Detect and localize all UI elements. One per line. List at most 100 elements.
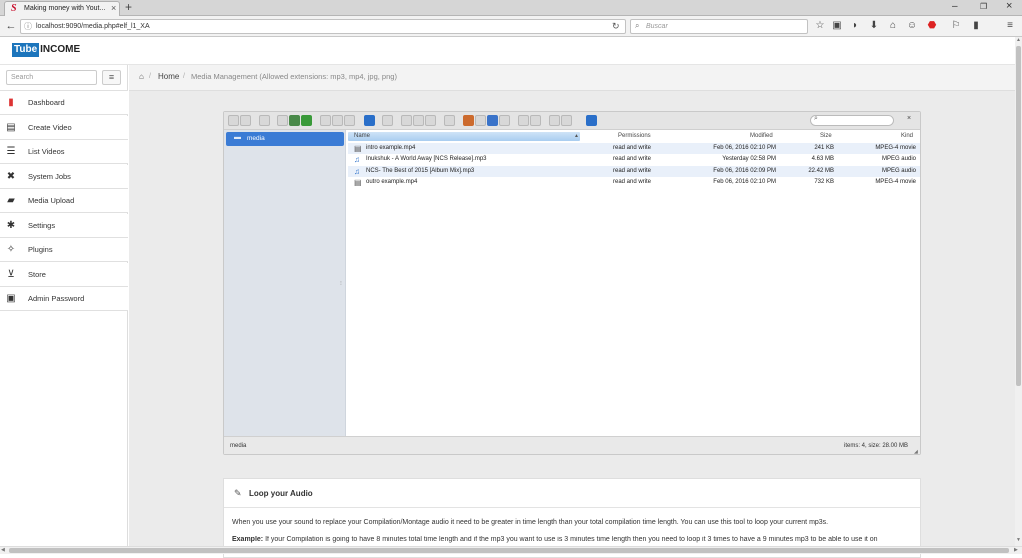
column-name-header[interactable]: Name ▲ (348, 132, 580, 141)
column-modified-header[interactable]: Modified (750, 132, 773, 141)
scroll-left-icon[interactable]: ◀ (1, 547, 5, 553)
file-row[interactable]: ▤ intro example.mp4 read and write Feb 06, … (348, 143, 920, 154)
save-icon[interactable] (301, 115, 312, 126)
pocket-icon[interactable]: ◗ (849, 19, 861, 33)
bookmark-star-icon[interactable]: ☆ (814, 19, 826, 33)
tree-resize-handle[interactable]: ⁝ (340, 280, 342, 287)
file-modified: Yesterday 02:58 PM (722, 156, 776, 163)
scroll-up-icon[interactable]: ▲ (1016, 37, 1021, 43)
forward-icon[interactable] (240, 115, 251, 126)
cut-icon[interactable] (332, 115, 343, 126)
delete-icon[interactable] (463, 115, 474, 126)
sidebar-item-plugins[interactable]: ✧ Plugins (0, 238, 128, 262)
tree-item-label: media (247, 135, 265, 142)
extension-icon[interactable]: ⚐ (950, 19, 962, 33)
resize-grip-icon[interactable]: ◢ (914, 443, 918, 461)
resize-icon[interactable] (530, 115, 541, 126)
file-search-input[interactable]: ⌕ (810, 115, 894, 126)
url-bar[interactable]: ⓘ localhost:9090/media.php#elf_l1_XA ↻ (20, 19, 626, 34)
sidebar-icon[interactable]: ▮ (970, 19, 982, 33)
minimize-window-button[interactable]: – (952, 1, 958, 12)
tree-item-media[interactable]: ▬ media (226, 132, 344, 146)
reload-icon[interactable]: ↻ (612, 21, 620, 32)
reading-list-icon[interactable]: ▣ (831, 19, 843, 33)
sidebar-toggle-button[interactable]: ≡ (102, 70, 121, 85)
home-icon[interactable] (277, 115, 288, 126)
search-clear-icon[interactable]: × (907, 115, 911, 122)
list-view-icon[interactable] (549, 115, 560, 126)
sidebar-item-store[interactable]: ⊻ Store (0, 262, 128, 287)
extract-icon[interactable] (425, 115, 436, 126)
open-icon[interactable] (475, 115, 486, 126)
download-icon[interactable]: ⬇ (868, 19, 880, 33)
up-icon[interactable] (259, 115, 270, 126)
back-icon[interactable] (228, 115, 239, 126)
search-icon: ⌕ (635, 21, 640, 30)
new-tab-button[interactable]: + (125, 0, 132, 14)
status-path: media (230, 443, 247, 449)
file-row[interactable]: ♫ Inukshuk - A World Away [NCS Release].m… (348, 154, 920, 166)
view-icon[interactable] (382, 115, 393, 126)
vertical-scroll-thumb[interactable] (1016, 46, 1021, 386)
sidebar-item-list-videos[interactable]: ☰ List Videos (0, 140, 128, 164)
logo[interactable]: Tube INCOME (12, 43, 81, 57)
sidebar-search-input[interactable]: Search (6, 70, 97, 85)
scroll-down-icon[interactable]: ▼ (1016, 537, 1021, 543)
favicon-icon: S (11, 3, 17, 14)
file-name: outro example.mp4 (366, 179, 418, 186)
breadcrumb-current: Media Management (Allowed extensions: mp… (191, 72, 397, 81)
sidebar-item-dashboard[interactable]: ▮ Dashboard (0, 91, 128, 115)
menu-icon[interactable]: ≡ (1004, 19, 1016, 33)
breadcrumb-separator: / (183, 73, 185, 80)
select-icon[interactable] (518, 115, 529, 126)
file-perm: read and write (613, 179, 652, 186)
file-row[interactable]: ♫ NCS- The Best of 2015 [Album Mix].mp3 re… (348, 165, 920, 177)
horizontal-scrollbar[interactable]: ◀ ▶ (0, 546, 1022, 554)
sidebar-item-label: Media Upload (28, 196, 75, 205)
download-icon[interactable] (487, 115, 498, 126)
column-size-header[interactable]: Size (820, 132, 832, 141)
sort-asc-icon: ▲ (574, 133, 579, 139)
adblock-icon[interactable]: ⬣ (926, 19, 938, 33)
app-header: Tube INCOME (0, 37, 1015, 65)
reload-icon[interactable] (289, 115, 300, 126)
icons-view-icon[interactable] (561, 115, 572, 126)
copy-icon[interactable] (320, 115, 331, 126)
column-permissions-header[interactable]: Permissions (618, 132, 651, 141)
loop-example-label: Example: (232, 536, 264, 543)
sidebar-search-placeholder: Search (11, 74, 34, 81)
upload-icon[interactable] (499, 115, 510, 126)
horizontal-scroll-thumb[interactable] (9, 548, 1009, 553)
browser-search-box[interactable]: ⌕ Buscar (630, 19, 808, 34)
scroll-right-icon[interactable]: ▶ (1014, 547, 1018, 553)
column-kind-header[interactable]: Kind (901, 132, 913, 141)
restore-window-button[interactable]: ❐ (980, 2, 987, 11)
edit-icon[interactable] (413, 115, 424, 126)
sidebar-item-label: Settings (28, 220, 56, 230)
tab-close-icon[interactable]: × (111, 3, 116, 13)
file-row[interactable]: ▤ outro example.mp4 read and write Feb 06, … (348, 177, 920, 189)
help-icon[interactable] (586, 115, 597, 126)
vertical-scrollbar[interactable]: ▲ ▼ (1015, 37, 1022, 546)
sidebar-item-create-video[interactable]: ▤ Create Video (0, 115, 128, 140)
info-icon[interactable] (364, 115, 375, 126)
file-kind: MPEG-4 movie (875, 179, 916, 186)
paste-icon[interactable] (344, 115, 355, 126)
sidebar-item-system-jobs[interactable]: ✖ System Jobs (0, 164, 128, 189)
home-icon[interactable]: ⌂ (887, 19, 899, 33)
breadcrumb-home[interactable]: Home (158, 72, 179, 81)
sidebar-item-admin-password[interactable]: ▣ Admin Password (0, 287, 128, 311)
back-icon[interactable]: ← (5, 19, 17, 33)
column-name-label: Name (354, 133, 371, 139)
sidebar-item-media-upload[interactable]: ▰ Media Upload (0, 189, 128, 213)
rename-icon[interactable] (401, 115, 412, 126)
close-window-button[interactable]: × (1006, 0, 1012, 12)
archive-icon[interactable] (444, 115, 455, 126)
home-icon[interactable]: ⌂ (139, 72, 144, 81)
browser-tab-bar: S Making money with Yout... × + – ❐ × (0, 0, 1022, 16)
sidebar-item-label: Store (28, 269, 46, 279)
sidebar-item-settings[interactable]: ✱ Settings (0, 213, 128, 238)
file-size: 732 KB (814, 179, 834, 186)
browser-tab[interactable]: S Making money with Yout... × (4, 1, 120, 16)
chat-icon[interactable]: ☺ (906, 19, 918, 33)
